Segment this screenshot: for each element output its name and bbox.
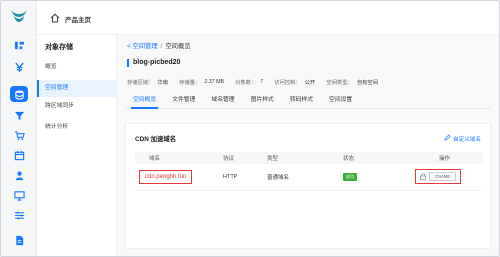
tab-file-management[interactable]: 文件管理 [164, 91, 203, 108]
home-icon[interactable] [50, 13, 60, 23]
status-badge: 成功 [343, 172, 358, 181]
sidebar-item-cross-region-sync[interactable]: 跨区域同步 [37, 98, 116, 115]
bucket-name: blog-picbed20 [127, 59, 180, 67]
main-content: < 空间管理 / 空间概览 blog-picbed20 存储区域： 华南 存储量： 2.… [117, 35, 499, 256]
table-row: cdn.penghh.fun HTTP 普通域名 成功 CNAME [135, 164, 483, 191]
type-cell: 普通域名 [263, 164, 317, 191]
info-access-label: 访问控制： [274, 80, 301, 86]
custom-domain-label: 自定义域名 [453, 136, 481, 143]
protocol-cell: HTTP [219, 164, 263, 191]
info-region-value: 华南 [157, 80, 169, 86]
sidebar-item-statistics[interactable]: 统计分析 [37, 119, 116, 136]
col-domain: 域名 [135, 152, 219, 164]
tab-domain-management[interactable]: 域名管理 [203, 91, 242, 108]
sliders-icon[interactable] [12, 209, 26, 221]
secondary-sidebar: 对象存储 概览 空间管理 跨区域同步 统计分析 [37, 35, 117, 256]
sidebar-title: 对象存储 [45, 44, 73, 51]
info-objects-value: 7 [260, 79, 264, 85]
domain-link[interactable]: cdn.penghh.fun [139, 169, 193, 184]
logo-icon[interactable] [10, 9, 28, 23]
cname-button[interactable]: CNAME [429, 172, 457, 182]
icon-rail [1, 1, 37, 256]
tab-image-styles[interactable]: 图片样式 [243, 91, 282, 108]
col-type: 类型 [263, 152, 317, 164]
col-status: 状态 [317, 152, 399, 164]
table-header-row: 域名 协议 类型 状态 操作 [135, 152, 483, 164]
breadcrumb: < 空间管理 / 空间概览 [127, 41, 191, 50]
tab-bar: 空间概览 文件管理 域名管理 图片样式 转码样式 空间设置 [125, 91, 491, 109]
cdn-card-title: CDN 加速域名 [135, 136, 177, 143]
lock-icon[interactable] [420, 173, 426, 181]
tab-overview[interactable]: 空间概览 [125, 91, 164, 109]
edit-icon [444, 134, 451, 143]
person-icon[interactable] [12, 169, 26, 181]
monitor-icon[interactable] [12, 189, 26, 201]
info-region-label: 存储区域： [127, 80, 154, 86]
custom-domain-link[interactable]: 自定义域名 [444, 134, 481, 143]
info-access-value: 公开 [304, 80, 316, 86]
breadcrumb-separator: / [160, 43, 163, 50]
info-objects-label: 对象数： [235, 80, 257, 86]
yen-icon[interactable] [12, 61, 26, 73]
product-home-link[interactable]: 产品主页 [65, 14, 91, 24]
breadcrumb-parent-link[interactable]: 空间管理 [132, 43, 157, 50]
calendar-icon[interactable] [12, 149, 26, 161]
chevron-left-icon[interactable]: < [127, 43, 131, 50]
info-type-label: 空间类型： [326, 80, 353, 86]
document-icon[interactable] [12, 234, 26, 246]
storage-icon[interactable] [10, 86, 28, 102]
col-protocol: 协议 [219, 152, 263, 164]
cart-icon[interactable] [12, 129, 26, 141]
app-window: 产品主页 对象存储 概览 空间管理 跨区域同步 统计分析 < 空间管理 / 空间概览… [0, 0, 500, 257]
info-storage-value: 2.37 MB [204, 79, 225, 85]
top-bar: 产品主页 [37, 1, 499, 35]
blocks-icon[interactable] [12, 39, 26, 51]
action-group: CNAME [415, 169, 462, 185]
sidebar-item-bucket-management[interactable]: 空间管理 [37, 80, 116, 97]
breadcrumb-current: 空间概览 [165, 43, 191, 50]
sidebar-item-overview[interactable]: 概览 [37, 59, 116, 76]
col-action: 操作 [399, 152, 483, 164]
cdn-domain-card: CDN 加速域名 自定义域名 域名 协议 类型 状态 操作 cdn.penghh… [125, 123, 491, 249]
bucket-info-bar: 存储区域： 华南 存储量： 2.37 MB 对象数： 7 访问控制： 公开 空间类型：自… [127, 76, 385, 88]
cdn-domain-table: 域名 协议 类型 状态 操作 cdn.penghh.fun HTTP 普通域名 [135, 152, 483, 191]
tab-transcode-styles[interactable]: 转码样式 [282, 91, 321, 108]
info-type-value: 自有空间 [356, 80, 379, 86]
tab-bucket-settings[interactable]: 空间设置 [321, 91, 360, 108]
filter-icon[interactable] [12, 109, 26, 121]
info-storage-label: 存储量： [179, 80, 201, 86]
